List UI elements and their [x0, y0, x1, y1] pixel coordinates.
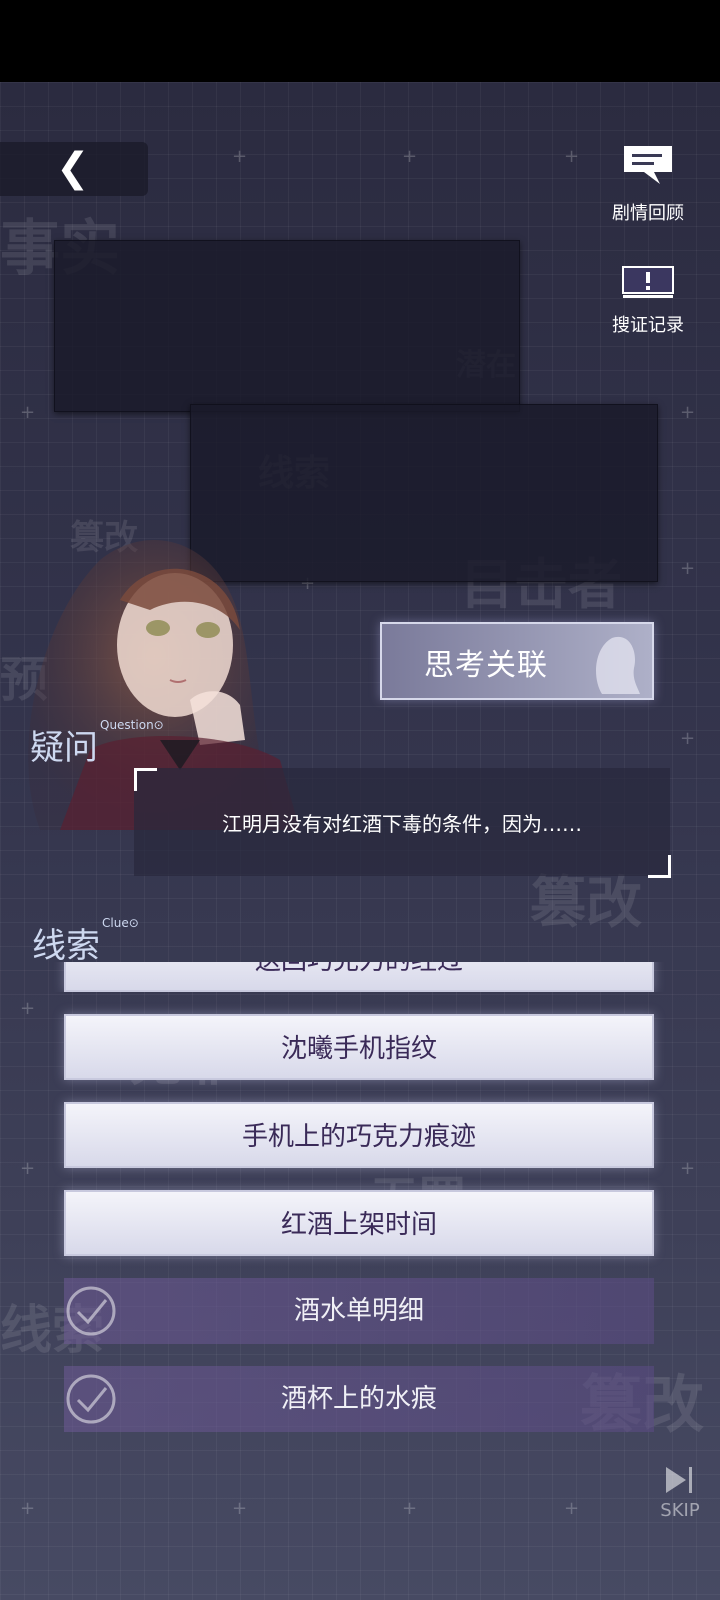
clue-label: 酒杯上的水痕	[280, 1384, 437, 1414]
clue-label: 红酒上架时间	[280, 1210, 437, 1240]
check-circle-icon	[66, 1374, 116, 1424]
status-bar	[0, 0, 720, 82]
skip-forward-icon	[666, 1467, 692, 1493]
think-connect-label: 思考关联	[424, 648, 548, 683]
evidence-log-label: 搜证记录	[612, 315, 684, 336]
question-text: 江明月没有对红酒下毒的条件，因为……	[222, 812, 582, 836]
skip-button[interactable]: SKIP	[650, 1465, 710, 1521]
clue-item-used[interactable]: 酒杯上的水痕	[64, 1366, 654, 1432]
grid-marker: +	[20, 998, 36, 1019]
evidence-log-button[interactable]: 搜证记录	[598, 264, 698, 337]
story-review-button[interactable]: 剧情回顾	[598, 144, 698, 225]
clue-label: 沈曦手机指纹	[280, 1034, 437, 1064]
clue-title: 线索	[32, 926, 100, 966]
grid-marker: +	[680, 558, 696, 579]
clue-label: 手机上的巧克力痕迹	[241, 1122, 476, 1152]
grid-marker: +	[232, 146, 248, 167]
clue-item[interactable]: 送回巧克力的经过	[64, 962, 654, 992]
grid-marker: +	[20, 1158, 36, 1179]
grid-marker: +	[402, 1498, 418, 1519]
speech-bubble-icon	[624, 146, 672, 184]
clue-list-partial-item: 送回巧克力的经过	[0, 962, 720, 992]
grid-marker: +	[564, 1498, 580, 1519]
clue-item[interactable]: 手机上的巧克力痕迹	[64, 1102, 654, 1168]
empty-card-slot	[54, 240, 520, 412]
grid-marker: +	[232, 1498, 248, 1519]
clue-section-title: 线索Clue⊙	[32, 915, 139, 967]
grid-marker: +	[680, 1158, 696, 1179]
clue-label: 送回巧克力的经过	[255, 962, 463, 976]
alert-card-icon	[622, 266, 674, 298]
story-review-label: 剧情回顾	[612, 203, 684, 224]
grid-marker: +	[564, 146, 580, 167]
clue-title-sup: Clue⊙	[102, 915, 139, 930]
character-silhouette-icon	[596, 636, 640, 694]
think-connect-button[interactable]: 思考关联	[380, 622, 654, 700]
check-circle-icon	[66, 1286, 116, 1336]
clue-label: 酒水单明细	[293, 1296, 424, 1326]
skip-label: SKIP	[660, 1500, 700, 1521]
bracket-corner	[134, 768, 157, 791]
back-button[interactable]: ❮	[0, 142, 148, 196]
clue-item[interactable]: 红酒上架时间	[64, 1190, 654, 1256]
bracket-corner	[648, 855, 671, 878]
question-box: 江明月没有对红酒下毒的条件，因为……	[134, 768, 670, 876]
grid-marker: +	[680, 402, 696, 423]
chevron-left-icon: ❮	[56, 145, 90, 191]
grid-marker: +	[402, 146, 418, 167]
grid-marker: +	[20, 402, 36, 423]
grid-marker: +	[680, 728, 696, 749]
grid-marker: +	[20, 1498, 36, 1519]
question-title: 疑问	[30, 728, 98, 768]
question-title-sup: Question⊙	[100, 717, 164, 732]
clue-item-used[interactable]: 酒水单明细	[64, 1278, 654, 1344]
question-section-title: 疑问Question⊙	[30, 717, 164, 769]
clue-item[interactable]: 沈曦手机指纹	[64, 1014, 654, 1080]
